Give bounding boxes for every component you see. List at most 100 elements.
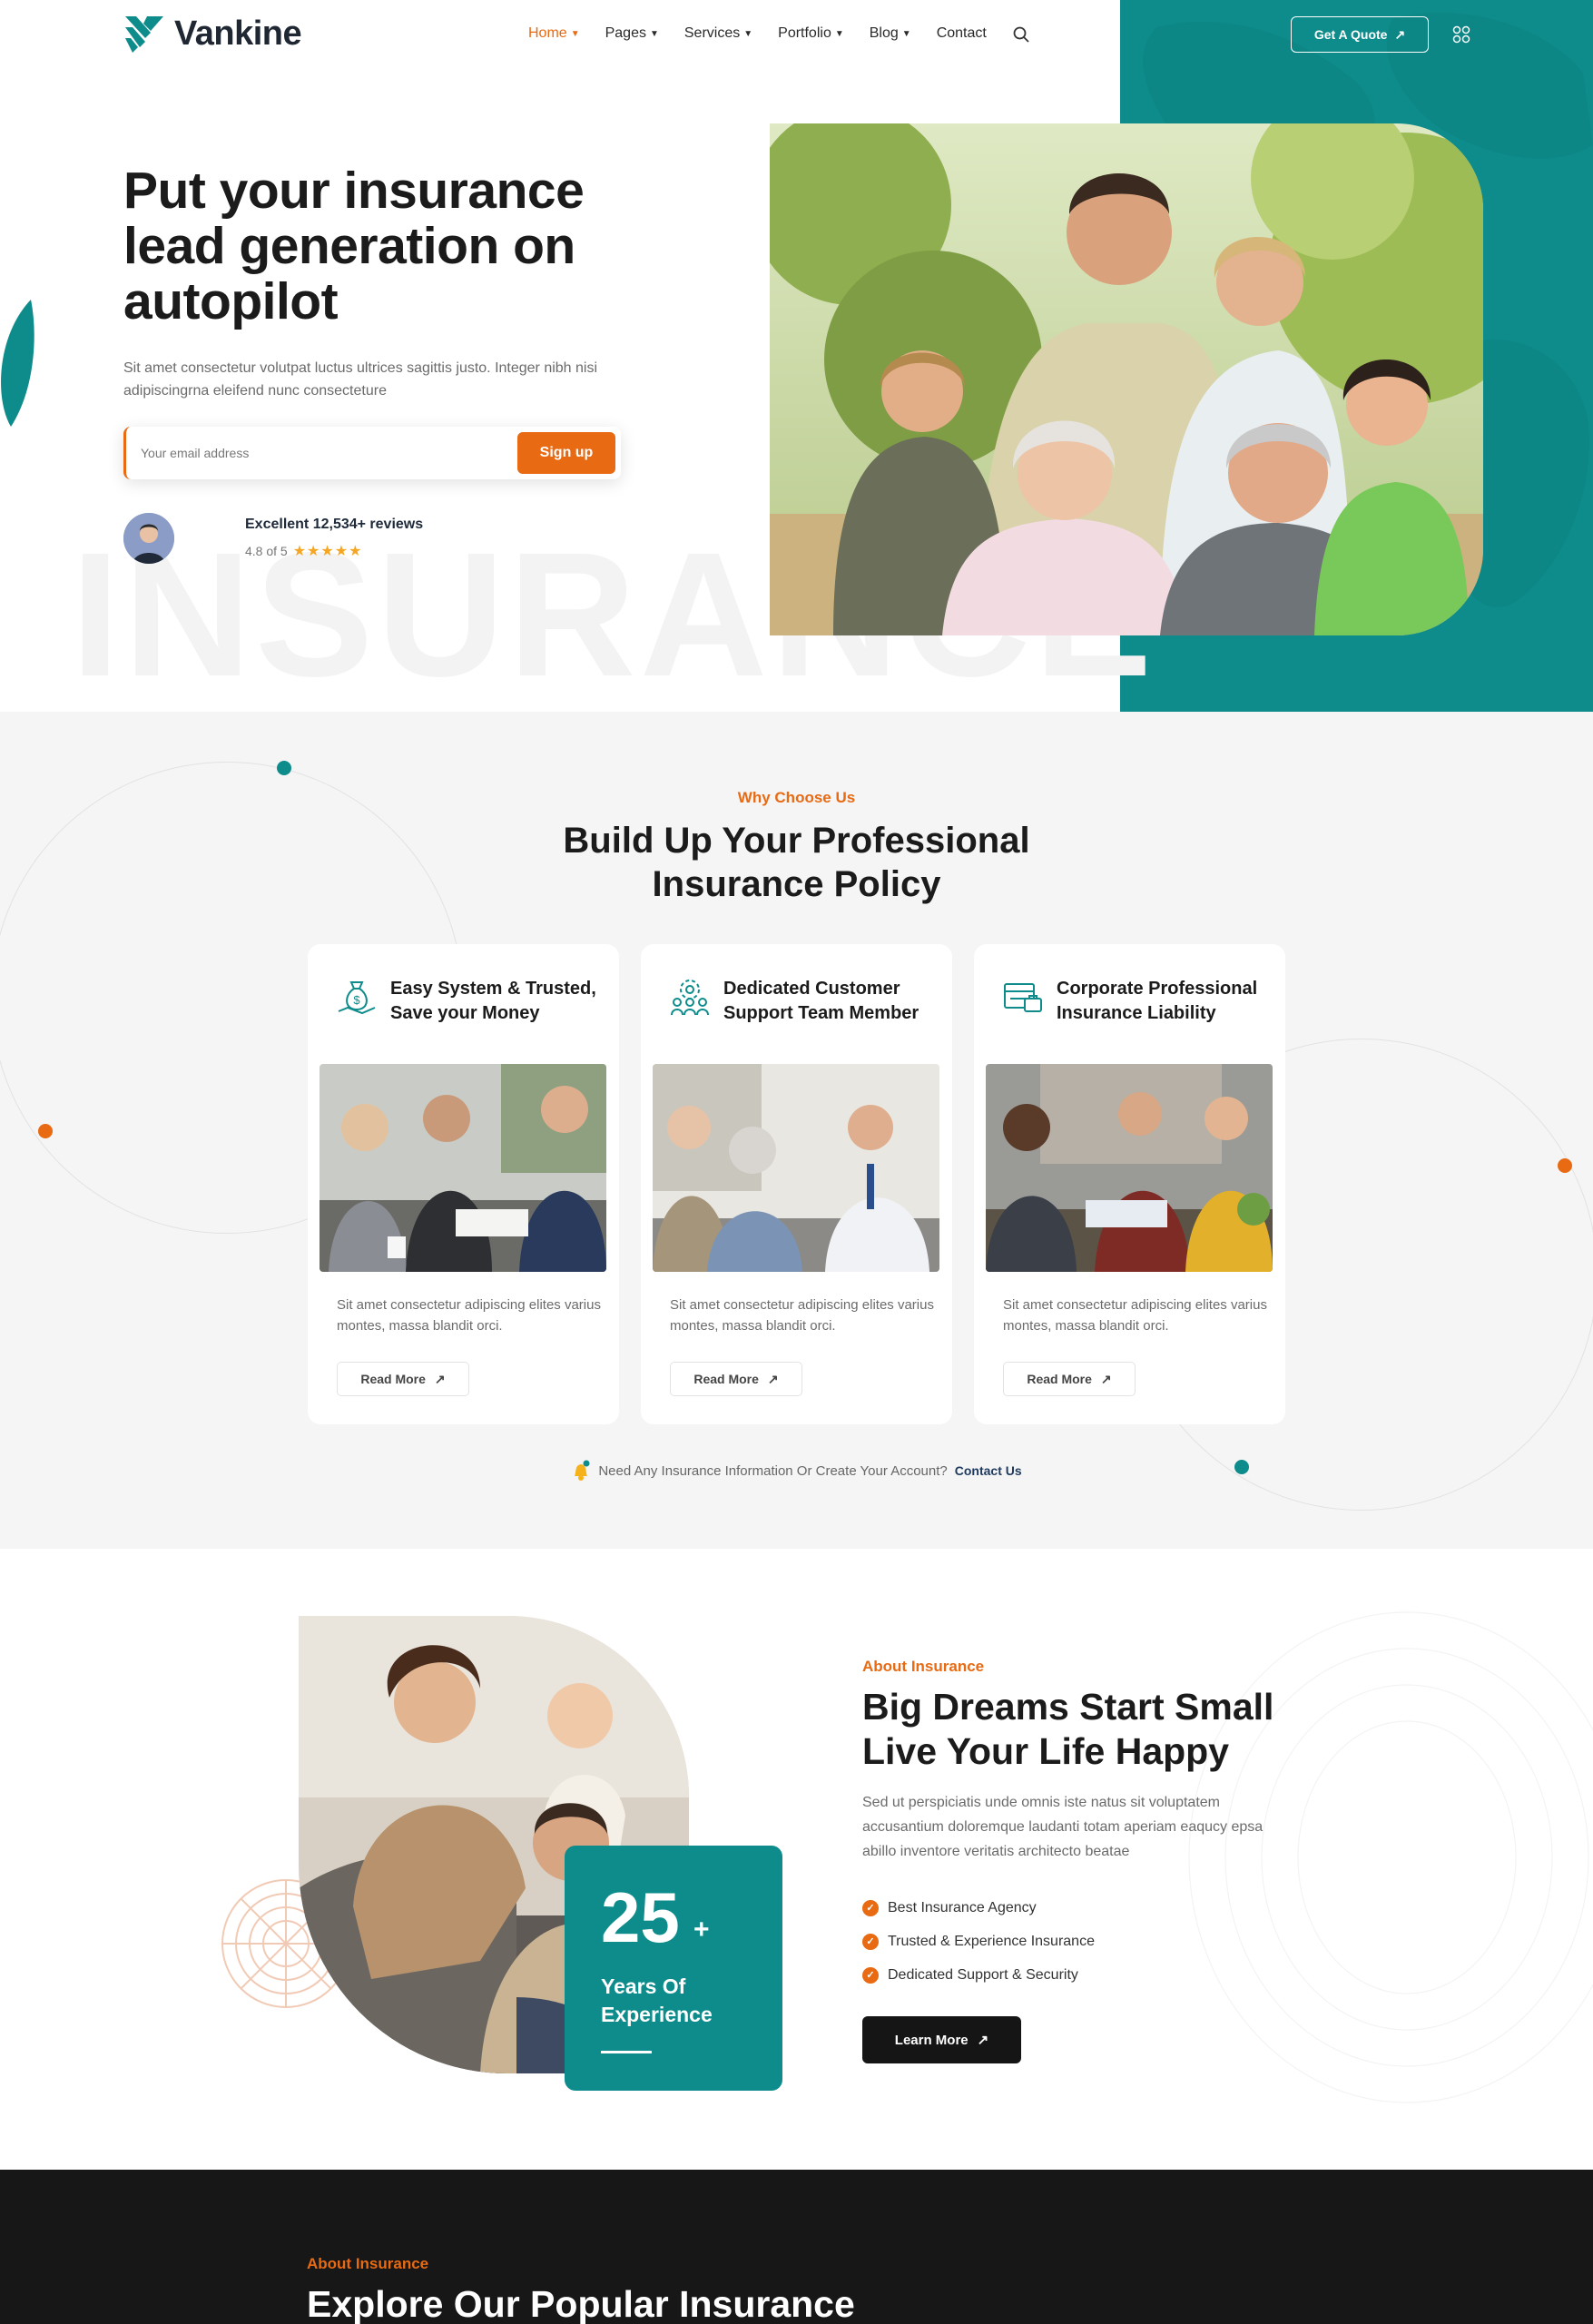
email-input[interactable] [141,439,486,467]
arrow-up-right-icon: ↗ [1394,26,1406,42]
read-more-label: Read More [1027,1372,1092,1386]
section-description: Sed ut perspiciatis unde omnis iste natu… [862,1795,1264,1859]
orange-dot-decoration [38,1124,53,1138]
logo-mark-icon [125,16,163,53]
years-number: 25 [601,1877,680,1957]
family-photo-illustration [770,123,1483,635]
section-eyebrow: About Insurance [307,2255,429,2272]
reviewer-avatar [123,513,174,564]
list-item: ✓ Best Insurance Agency [862,1891,1095,1925]
hero-section: Vankine Home ▼ Pages ▼ Services ▼ Portfolio… [0,0,1593,712]
why-choose-section: Why Choose Us Build Up Your Professional… [0,712,1593,1549]
read-more-label: Read More [360,1372,426,1386]
list-item-label: Trusted & Experience Insurance [888,1933,1095,1949]
section-eyebrow: About Insurance [862,1658,985,1675]
hero-title: Put your insurance lead generation on au… [123,162,585,330]
card-title: Corporate Professional Insurance Liabili… [1057,979,1258,1023]
nav-label-services: Services [683,25,741,41]
experience-badge: 25 + Years Of Experience [565,1846,782,2091]
section-eyebrow: Why Choose Us [737,789,856,806]
card-text: Sit amet consectetur adipiscing elites v… [337,1297,601,1334]
list-item-label: Dedicated Support & Security [888,1966,1078,1983]
feature-card: $ Easy System & Trusted, Save your Money… [308,944,619,1424]
meeting-photo [653,1064,939,1272]
main-nav: Home ▼ Pages ▼ Services ▼ Portfolio ▼ Blog ▼ … [528,25,1030,43]
star-rating-icon: ★★★★★ [292,544,363,559]
arrow-up-right-icon: ↗ [1100,1371,1112,1386]
sign-up-button[interactable]: Sign up [517,432,615,474]
badge-underline [601,2051,652,2053]
read-more-button[interactable]: Read More ↗ [337,1362,469,1396]
check-circle-icon: ✓ [862,1933,879,1950]
about-section: 25 + Years Of Experience About Insurance… [0,1549,1593,2170]
contact-prompt: Need Any Insurance Information Or Create… [0,1460,1593,1482]
nav-item-contact[interactable]: Contact [937,25,987,43]
learn-more-label: Learn More [894,2032,969,2048]
office-meeting-illustration [653,1064,939,1272]
orange-dot-decoration [1558,1158,1572,1173]
arrow-up-right-icon: ↗ [767,1371,779,1386]
contact-prompt-text: Need Any Insurance Information Or Create… [598,1462,948,1479]
rating-text: 4.8 of 5 [245,544,288,558]
section-title: Build Up Your Professional Insurance Pol… [0,819,1593,906]
nav-item-services[interactable]: Services ▼ [684,25,752,43]
grid-menu-icon[interactable] [1452,25,1470,44]
list-item: ✓ Dedicated Support & Security [862,1958,1095,1992]
briefcase-document-icon [1004,983,1042,1012]
reviews-count: Excellent 12,534+ reviews [245,517,424,532]
learn-more-button[interactable]: Learn More ↗ [862,2016,1021,2063]
card-title: Easy System & Trusted, Save your Money [390,979,596,1023]
nav-label-pages: Pages [605,25,646,41]
teal-dot-decoration [277,761,291,775]
bell-icon [575,1460,590,1481]
brand-name: Vankine [174,14,302,53]
arrow-up-right-icon: ↗ [977,2033,989,2048]
support-team-icon [671,980,709,1016]
chevron-down-icon: ▼ [834,28,844,39]
section-title-text: Build Up Your Professional Insurance Pol… [563,821,1030,904]
get-quote-label: Get A Quote [1313,27,1388,42]
list-item-label: Best Insurance Agency [888,1899,1037,1915]
chevron-down-icon: ▼ [570,28,580,39]
nav-item-pages[interactable]: Pages ▼ [605,25,659,43]
read-more-button[interactable]: Read More ↗ [670,1362,802,1396]
card-title: Dedicated Customer Support Team Member [723,979,919,1023]
card-text: Sit amet consectetur adipiscing elites v… [670,1297,934,1334]
check-circle-icon: ✓ [862,1966,879,1984]
list-item: ✓ Trusted & Experience Insurance [862,1925,1095,1958]
years-label: Years Of Experience [601,1974,713,2026]
chevron-down-icon: ▼ [649,28,659,39]
arrow-up-right-icon: ↗ [434,1371,446,1386]
nav-item-blog[interactable]: Blog ▼ [870,25,911,43]
chevron-down-icon: ▼ [901,28,911,39]
nav-label-home: Home [528,25,567,41]
nav-item-portfolio[interactable]: Portfolio ▼ [778,25,844,43]
leaf-decoration [1,300,34,427]
contact-us-link[interactable]: Contact Us [955,1463,1022,1478]
explore-section: About Insurance Explore Our Popular Insu… [0,2170,1593,2324]
get-quote-button[interactable]: Get A Quote ↗ [1291,16,1429,53]
meeting-photo [986,1064,1273,1272]
svg-text:$: $ [353,993,360,1007]
section-title: Explore Our Popular Insurance [307,2283,855,2324]
office-meeting-illustration [986,1064,1273,1272]
hero-description: Sit amet consectetur volutpat luctus ult… [123,360,598,399]
family-hero-image [770,123,1483,635]
nav-item-home[interactable]: Home ▼ [528,25,580,43]
money-bag-icon: $ [338,981,376,1015]
search-icon[interactable] [1012,25,1030,44]
years-plus: + [693,1915,710,1945]
nav-label-blog: Blog [869,25,899,41]
meeting-photo [320,1064,606,1272]
nav-label-contact: Contact [936,25,987,41]
office-meeting-illustration [320,1064,606,1272]
section-title: Big Dreams Start Small Live Your Life Ha… [862,1686,1274,1772]
brand-logo[interactable]: Vankine [123,13,302,54]
chevron-down-icon: ▼ [743,28,753,39]
read-more-label: Read More [693,1372,759,1386]
feature-card: Corporate Professional Insurance Liabili… [974,944,1285,1424]
nav-label-portfolio: Portfolio [778,25,831,41]
email-signup-form: Sign up [123,427,621,479]
read-more-button[interactable]: Read More ↗ [1003,1362,1136,1396]
feature-checklist: ✓ Best Insurance Agency ✓ Trusted & Experi… [862,1891,1095,1992]
